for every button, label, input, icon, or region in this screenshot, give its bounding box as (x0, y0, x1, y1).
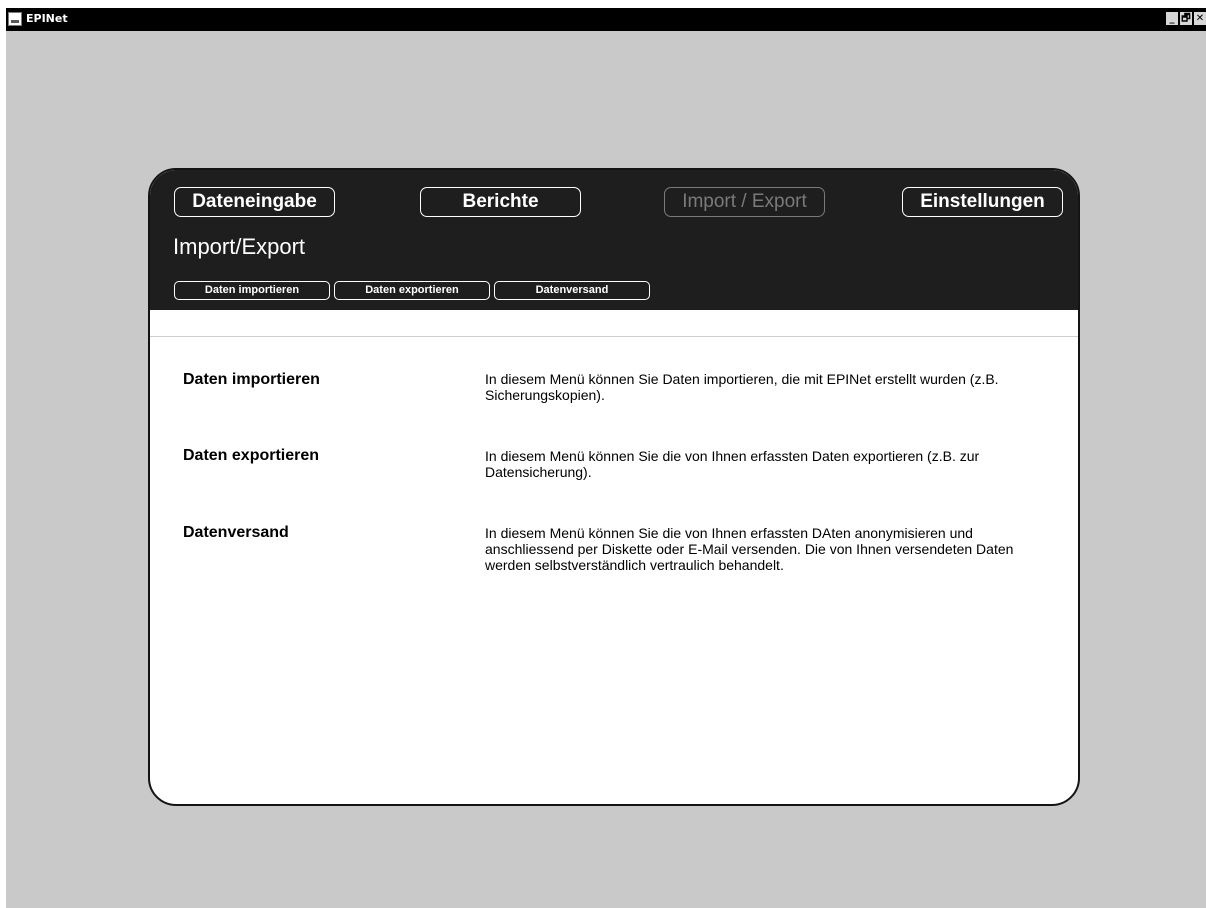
panel-header: Dateneingabe Berichte Import / Export Ei… (150, 170, 1078, 310)
restore-icon[interactable]: 🗗 (1180, 12, 1192, 25)
window-title: EPINet (26, 12, 68, 25)
item-desc-daten-exportieren: In diesem Menü können Sie die von Ihnen … (485, 448, 980, 480)
item-desc-datenversand: In diesem Menü können Sie die von Ihnen … (485, 525, 1014, 573)
title-bar[interactable]: EPINet _ 🗗 ✕ (6, 8, 1206, 31)
item-title-daten-exportieren: Daten exportieren (183, 447, 320, 464)
nav-import-export-button: Import / Export (664, 187, 825, 217)
subnav-daten-exportieren-button[interactable]: Daten exportieren (334, 281, 490, 300)
page-title: Import/Export (173, 234, 306, 259)
item-desc-daten-importieren: In diesem Menü können Sie Daten importie… (485, 371, 999, 403)
app-window: EPINet _ 🗗 ✕ Dateneingabe Berichte Impor… (6, 8, 1206, 908)
main-panel: Dateneingabe Berichte Import / Export Ei… (148, 168, 1080, 806)
header-divider (150, 336, 1078, 337)
subnav-datenversand-button[interactable]: Datenversand (494, 281, 650, 300)
close-icon[interactable]: ✕ (1194, 12, 1206, 25)
item-title-daten-importieren: Daten importieren (183, 371, 320, 388)
minimize-icon[interactable]: _ (1166, 12, 1178, 25)
nav-dateneingabe-button[interactable]: Dateneingabe (174, 187, 335, 217)
subnav-daten-importieren-button[interactable]: Daten importieren (174, 281, 330, 300)
nav-einstellungen-button[interactable]: Einstellungen (902, 187, 1063, 217)
nav-berichte-button[interactable]: Berichte (420, 187, 581, 217)
item-title-datenversand: Datenversand (183, 524, 289, 541)
window-controls: _ 🗗 ✕ (1166, 12, 1206, 25)
app-icon (8, 12, 22, 26)
